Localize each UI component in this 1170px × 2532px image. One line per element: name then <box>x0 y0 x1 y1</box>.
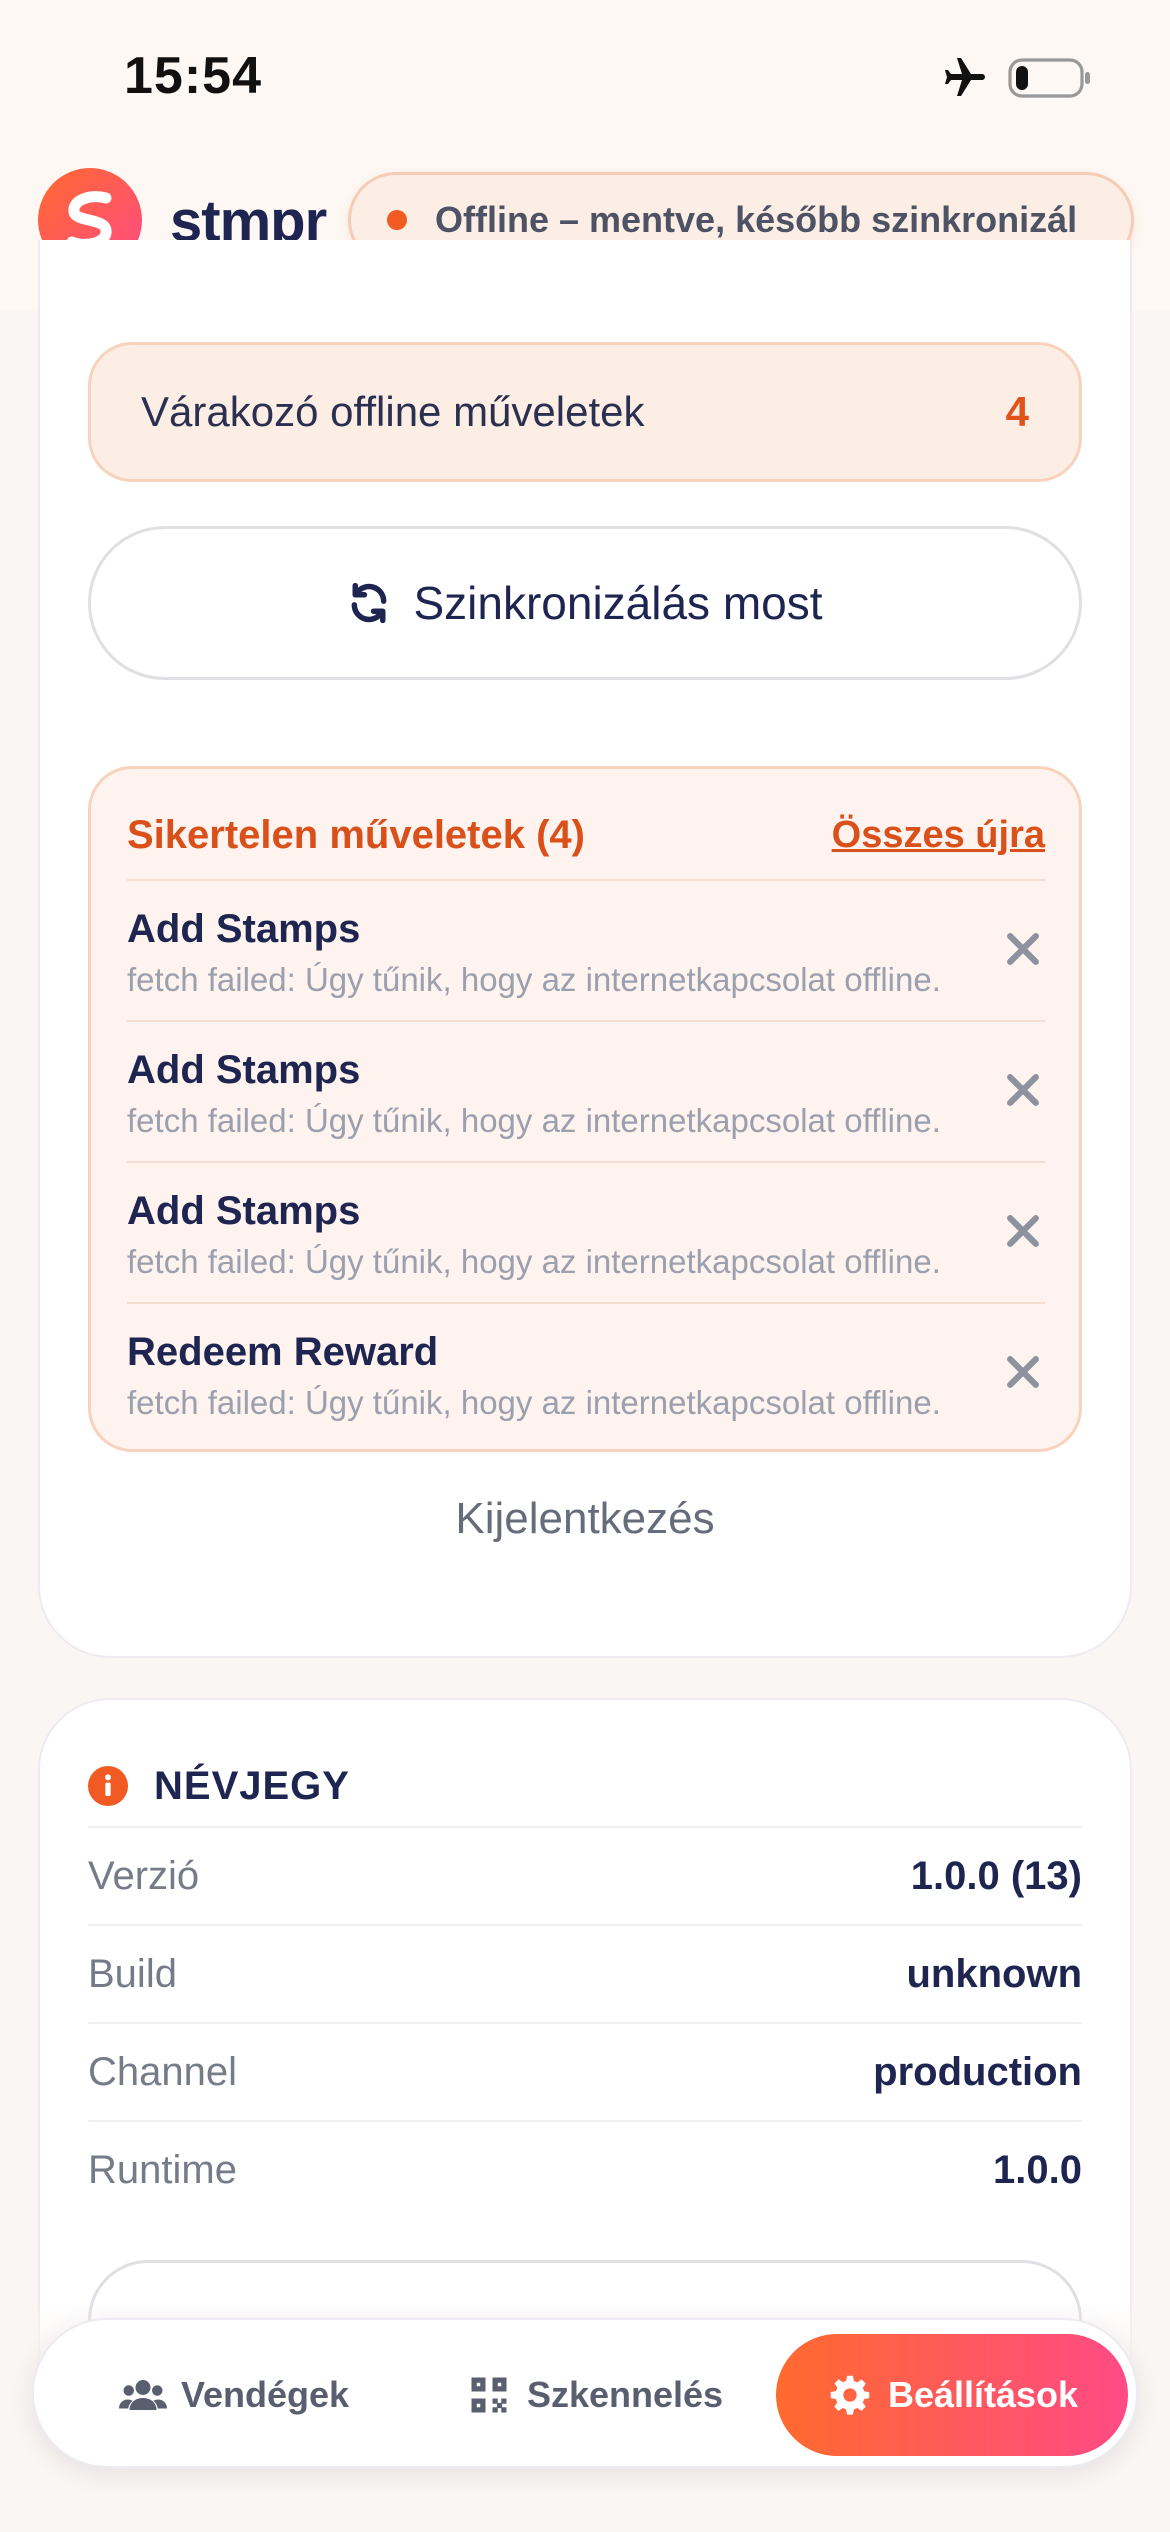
about-row-label: Channel <box>88 2049 238 2094</box>
logout-button[interactable]: Kijelentkezés <box>88 1494 1082 1574</box>
failed-operation-item: Redeem Reward fetch failed: Úgy tűnik, h… <box>127 1304 1045 1445</box>
failed-operation-name: Add Stamps <box>127 907 361 951</box>
about-row-value: 1.0.0 (13) <box>910 1853 1082 1898</box>
refresh-icon <box>352 582 387 624</box>
failed-operation-name: Add Stamps <box>127 1189 361 1233</box>
about-info-list: Verzió 1.0.0 (13) Build unknown Channel … <box>88 1826 1082 2218</box>
offline-status-text: Offline – mentve, később szinkronizál <box>435 199 1078 240</box>
about-row-label: Runtime <box>88 2147 237 2192</box>
qr-code-icon <box>471 2377 507 2413</box>
failed-operation-item: Add Stamps fetch failed: Úgy tűnik, hogy… <box>127 1163 1045 1304</box>
failed-operation-error: fetch failed: Úgy tűnik, hogy az interne… <box>127 1384 941 1421</box>
about-row-value: 1.0.0 <box>993 2147 1082 2192</box>
failed-operations-header: Sikertelen műveletek (4) Összes újra <box>127 799 1045 881</box>
close-icon[interactable] <box>1001 1350 1045 1394</box>
gear-icon <box>830 2375 870 2415</box>
failed-operations-panel: Sikertelen műveletek (4) Összes újra Add… <box>88 766 1082 1452</box>
about-row-value: unknown <box>906 1951 1082 1996</box>
about-row-version: Verzió 1.0.0 (13) <box>88 1826 1082 1924</box>
tab-scan[interactable]: Szkennelés <box>434 2334 754 2456</box>
bottom-tab-bar: Vendégek Szkennelés Beállítások <box>32 2318 1138 2468</box>
failed-operation-item: Add Stamps fetch failed: Úgy tűnik, hogy… <box>127 881 1045 1022</box>
status-bar: 15:54 <box>0 0 1170 150</box>
info-icon <box>88 1766 128 1806</box>
tab-settings[interactable]: Beállítások <box>776 2334 1128 2456</box>
failed-operations-title: Sikertelen műveletek (4) <box>127 812 585 857</box>
users-icon <box>118 2380 167 2410</box>
failed-operation-name: Redeem Reward <box>127 1330 439 1374</box>
pending-operations-count: 4 <box>1005 388 1029 435</box>
tab-settings-label: Beállítások <box>887 2374 1079 2415</box>
close-icon[interactable] <box>1001 1209 1045 1253</box>
tab-guests[interactable]: Vendégek <box>74 2334 394 2456</box>
pending-operations-label: Várakozó offline műveletek <box>141 388 645 435</box>
tab-scan-label: Szkennelés <box>526 2374 724 2415</box>
failed-operation-item: Add Stamps fetch failed: Úgy tűnik, hogy… <box>127 1022 1045 1163</box>
failed-operation-name: Add Stamps <box>127 1048 361 1092</box>
tab-guests-label: Vendégek <box>180 2374 350 2415</box>
close-icon[interactable] <box>1001 1068 1045 1112</box>
about-row-build: Build unknown <box>88 1924 1082 2022</box>
sync-now-label: Szinkronizálás most <box>413 577 823 629</box>
retry-all-link[interactable]: Összes újra <box>832 814 1045 857</box>
pending-operations-box: Várakozó offline műveletek 4 <box>88 342 1082 482</box>
status-time: 15:54 <box>124 47 262 105</box>
offline-dot-icon <box>387 210 407 230</box>
failed-operations-list: Add Stamps fetch failed: Úgy tűnik, hogy… <box>127 881 1045 1445</box>
about-title: NÉVJEGY <box>154 1763 350 1808</box>
failed-operation-error: fetch failed: Úgy tűnik, hogy az interne… <box>127 961 941 998</box>
sync-now-button[interactable]: Szinkronizálás most <box>88 526 1082 680</box>
about-row-runtime: Runtime 1.0.0 <box>88 2120 1082 2218</box>
about-row-value: production <box>873 2049 1082 2094</box>
about-header: NÉVJEGY <box>88 1746 1082 1826</box>
about-row-label: Verzió <box>88 1853 200 1898</box>
about-row-channel: Channel production <box>88 2022 1082 2120</box>
failed-operation-error: fetch failed: Úgy tűnik, hogy az interne… <box>127 1102 941 1139</box>
airplane-mode-icon <box>945 58 985 96</box>
failed-operation-error: fetch failed: Úgy tűnik, hogy az interne… <box>127 1243 941 1280</box>
close-icon[interactable] <box>1001 927 1045 971</box>
about-row-label: Build <box>88 1951 177 1996</box>
battery-icon <box>1008 58 1090 98</box>
